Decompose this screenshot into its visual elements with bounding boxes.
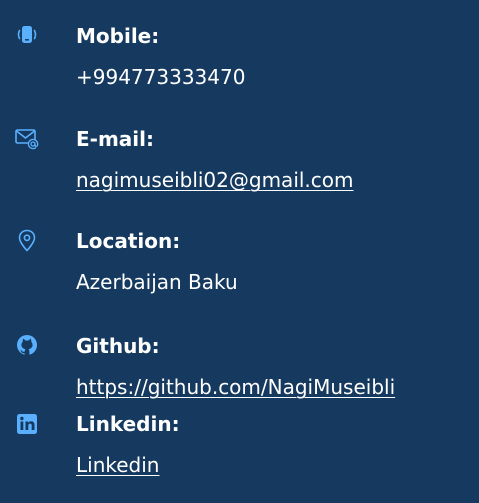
mobile-value: +994773333470	[76, 65, 246, 89]
github-icon	[14, 333, 40, 359]
linkedin-icon	[14, 411, 40, 437]
location-value: Azerbaijan Baku	[76, 270, 238, 294]
linkedin-label: Linkedin:	[76, 412, 180, 436]
github-label: Github:	[76, 334, 160, 358]
contact-item-linkedin: Linkedin: Linkedin	[0, 411, 479, 501]
contact-item-github: Github: https://github.com/NagiMuseibli	[0, 333, 479, 423]
mobile-label: Mobile:	[76, 24, 160, 48]
location-label: Location:	[76, 229, 181, 253]
location-icon	[14, 228, 40, 254]
mail-icon	[14, 126, 40, 152]
contact-item-mobile: Mobile: +994773333470	[0, 23, 479, 113]
email-link[interactable]: nagimuseibli02@gmail.com	[76, 167, 354, 193]
contact-item-email: E-mail: nagimuseibli02@gmail.com	[0, 126, 479, 216]
github-link[interactable]: https://github.com/NagiMuseibli	[76, 374, 395, 400]
linkedin-link[interactable]: Linkedin	[76, 452, 159, 478]
contact-list: Mobile: +994773333470 E-mail: nagimuseib…	[0, 0, 479, 503]
email-label: E-mail:	[76, 127, 155, 151]
phone-icon	[14, 23, 40, 49]
contact-item-location: Location: Azerbaijan Baku	[0, 228, 479, 318]
